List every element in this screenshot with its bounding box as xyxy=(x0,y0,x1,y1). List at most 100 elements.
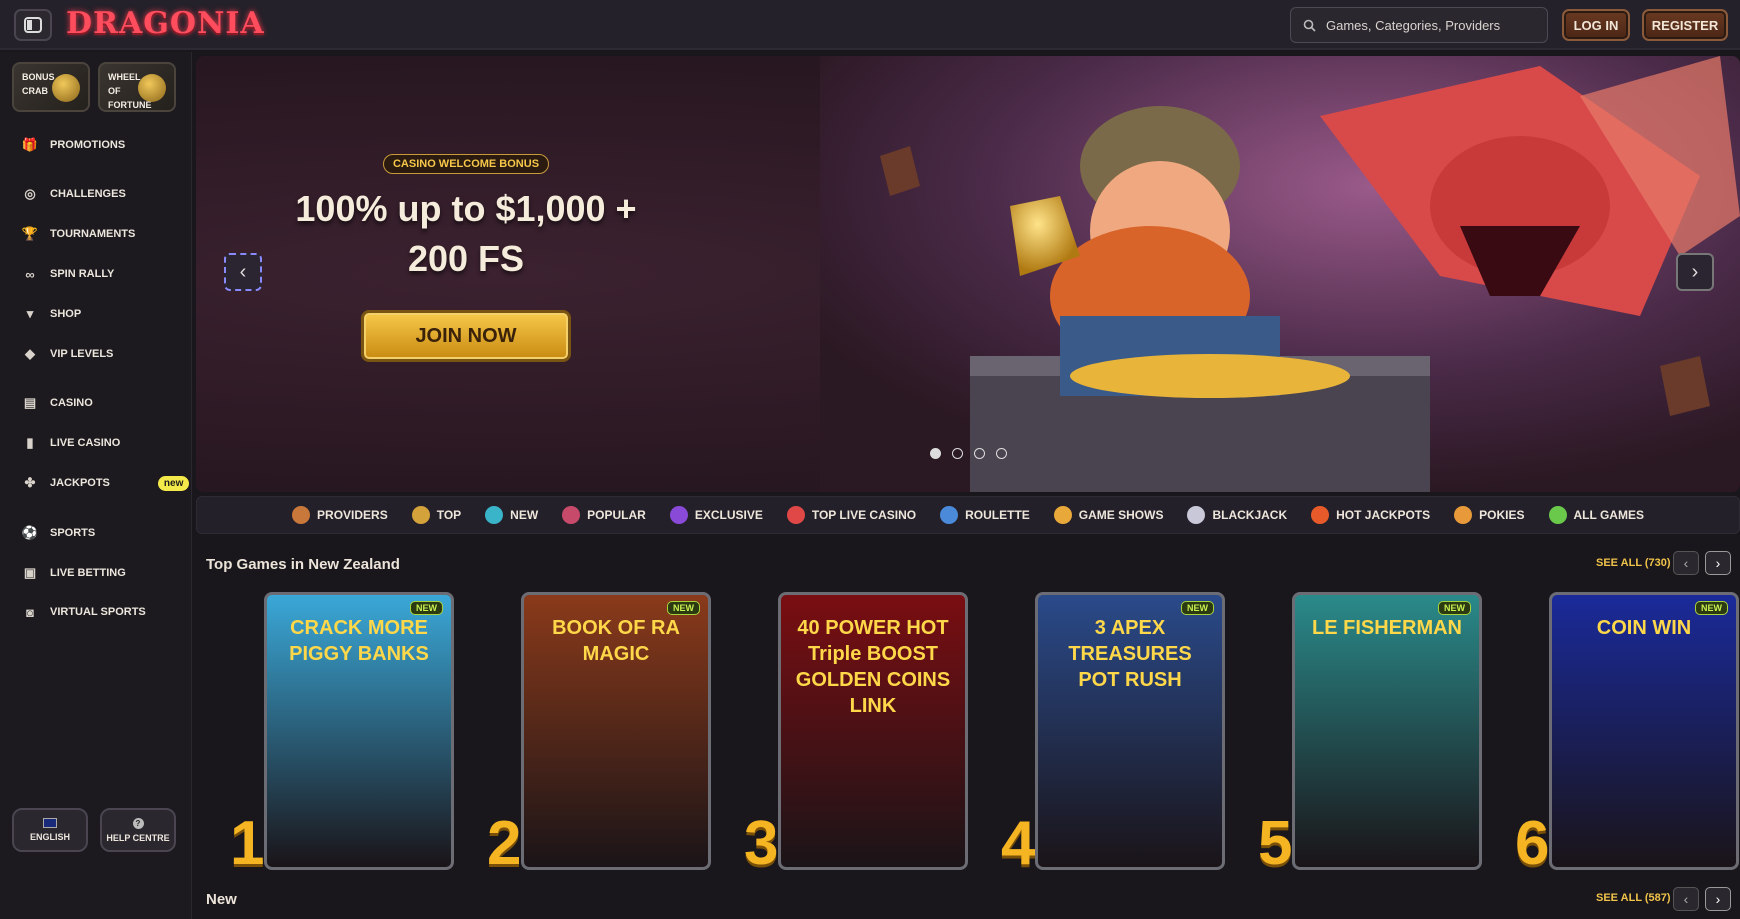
category-game-shows[interactable]: GAME SHOWS xyxy=(1042,496,1176,534)
sidebar-item-sports[interactable]: ⚽ SPORTS xyxy=(0,518,192,548)
category-new[interactable]: NEW xyxy=(473,496,550,534)
sidebar-item-casino[interactable]: ▤ CASINO xyxy=(0,388,192,418)
category-label: HOT JACKPOTS xyxy=(1336,508,1431,522)
category-icon xyxy=(1187,506,1206,524)
target-icon: ◎ xyxy=(24,186,36,201)
game-card[interactable]: 3 APEX TREASURES POT RUSH NEW xyxy=(1035,592,1225,870)
trophy-icon: 🏆 xyxy=(21,226,39,241)
category-icon xyxy=(292,506,311,524)
sidebar-toggle-button[interactable] xyxy=(14,9,52,41)
diamond-icon: ◆ xyxy=(25,346,35,361)
category-icon xyxy=(669,506,688,524)
join-now-button[interactable]: JOIN NOW xyxy=(361,310,571,362)
sidebar-item-challenges[interactable]: ◎ CHALLENGES xyxy=(0,179,192,209)
search-icon xyxy=(1303,19,1316,32)
rank-number: 5 xyxy=(1258,809,1293,878)
category-label: GAME SHOWS xyxy=(1078,508,1164,522)
sidebar-item-label: LIVE BETTING xyxy=(50,567,126,579)
category-blackjack[interactable]: BLACKJACK xyxy=(1175,496,1299,534)
category-label: POKIES xyxy=(1479,508,1525,522)
top-bar: DRAGONIA LOG IN REGISTER xyxy=(0,0,1740,50)
see-all-top-games-link[interactable]: SEE ALL (730) xyxy=(1596,557,1671,569)
sidebar-item-spin-rally[interactable]: ∞ SPIN RALLY xyxy=(0,259,192,289)
game-card[interactable]: COIN WIN NEW xyxy=(1549,592,1739,870)
category-bar: PROVIDERS TOP NEW POPULAR EXCLUSIVE TOP LIVE … xyxy=(196,496,1740,534)
sidebar-item-label: SHOP xyxy=(50,308,82,320)
new-next-button[interactable]: › xyxy=(1705,887,1731,911)
hero-next-button[interactable]: › xyxy=(1676,253,1714,291)
slide-dot[interactable] xyxy=(996,448,1007,459)
sidebar: BONUS CRAB WHEEL OF FORTUNE 🎁 PROMOTIONS … xyxy=(0,52,192,919)
search-input[interactable] xyxy=(1326,17,1536,33)
new-prev-button[interactable]: ‹ xyxy=(1673,887,1699,911)
sidebar-item-label: VIP LEVELS xyxy=(50,348,114,360)
game-card[interactable]: LE FISHERMAN NEW xyxy=(1292,592,1482,870)
wheel-of-fortune-tile[interactable]: WHEEL OF FORTUNE xyxy=(98,62,176,112)
language-button[interactable]: ENGLISH xyxy=(12,808,88,852)
rank-number: 3 xyxy=(744,809,779,878)
game-card[interactable]: 40 POWER HOT Triple BOOST GOLDEN COINS L… xyxy=(778,592,968,870)
category-providers[interactable]: PROVIDERS xyxy=(280,496,400,534)
new-badge: new xyxy=(157,475,190,491)
game-title: COIN WIN xyxy=(1596,617,1692,639)
sidebar-item-live-betting[interactable]: ▣ LIVE BETTING xyxy=(0,558,192,588)
sidebar-item-jackpots[interactable]: ✤ JACKPOTS new xyxy=(0,468,192,498)
chevron-right-icon: › xyxy=(1691,260,1699,283)
category-top[interactable]: TOP xyxy=(400,496,473,534)
category-icon xyxy=(562,506,581,524)
sidebar-icon xyxy=(24,17,42,33)
sidebar-item-label: VIRTUAL SPORTS xyxy=(50,606,146,618)
category-hot-jackpots[interactable]: HOT JACKPOTS xyxy=(1299,496,1442,534)
ball-icon: ⚽ xyxy=(21,525,39,540)
category-icon xyxy=(485,506,504,524)
category-label: EXCLUSIVE xyxy=(694,508,763,522)
category-label: PROVIDERS xyxy=(317,508,388,522)
see-all-new-link[interactable]: SEE ALL (587) xyxy=(1596,892,1671,904)
category-label: POPULAR xyxy=(587,508,646,522)
bonus-crab-tile[interactable]: BONUS CRAB xyxy=(12,62,90,112)
category-label: ROULETTE xyxy=(965,508,1030,522)
sidebar-item-vip-levels[interactable]: ◆ VIP LEVELS xyxy=(0,339,192,369)
clover-icon: ✤ xyxy=(24,475,36,490)
category-top-live-casino[interactable]: TOP LIVE CASINO xyxy=(775,496,928,534)
sidebar-item-live-casino[interactable]: ▮ LIVE CASINO xyxy=(0,428,192,458)
help-centre-button[interactable]: ? HELP CENTRE xyxy=(100,808,176,852)
category-icon xyxy=(786,506,805,524)
category-label: BLACKJACK xyxy=(1212,508,1288,522)
search-box[interactable] xyxy=(1290,7,1548,43)
register-button[interactable]: REGISTER xyxy=(1642,9,1728,41)
new-badge: NEW xyxy=(410,601,443,615)
sidebar-item-label: CHALLENGES xyxy=(50,188,126,200)
chevron-right-icon: › xyxy=(1715,555,1721,571)
category-exclusive[interactable]: EXCLUSIVE xyxy=(658,496,775,534)
coin-icon xyxy=(52,74,80,102)
sidebar-item-virtual-sports[interactable]: ◙ VIRTUAL SPORTS xyxy=(0,597,192,627)
basket-icon: ▾ xyxy=(26,306,34,321)
dragonia-logo[interactable]: DRAGONIA xyxy=(66,6,265,41)
login-button[interactable]: LOG IN xyxy=(1562,9,1630,41)
top-games-next-button[interactable]: › xyxy=(1705,551,1731,575)
hero-prev-button[interactable]: ‹ xyxy=(224,253,262,291)
game-card[interactable]: BOOK OF RA MAGIC NEW xyxy=(521,592,711,870)
top-games-prev-button[interactable]: ‹ xyxy=(1673,551,1699,575)
slide-dot[interactable] xyxy=(930,448,941,459)
category-icon xyxy=(1548,506,1567,524)
headline-line-1: 100% up to $1,000 + xyxy=(295,188,637,229)
category-pokies[interactable]: POKIES xyxy=(1442,496,1536,534)
category-roulette[interactable]: ROULETTE xyxy=(928,496,1042,534)
sidebar-item-promotions[interactable]: 🎁 PROMOTIONS xyxy=(0,130,192,160)
sidebar-item-shop[interactable]: ▾ SHOP xyxy=(0,299,192,329)
sidebar-item-label: TOURNAMENTS xyxy=(50,228,136,240)
category-icon xyxy=(940,506,959,524)
slide-dot[interactable] xyxy=(952,448,963,459)
game-card[interactable]: CRACK MORE PIGGY BANKS NEW xyxy=(264,592,454,870)
category-icon xyxy=(1311,506,1330,524)
sidebar-item-tournaments[interactable]: 🏆 TOURNAMENTS xyxy=(0,219,192,249)
category-all-games[interactable]: ALL GAMES xyxy=(1537,496,1656,534)
slide-dot[interactable] xyxy=(974,448,985,459)
hero-pagination xyxy=(930,448,1007,459)
new-badge: NEW xyxy=(667,601,700,615)
category-popular[interactable]: POPULAR xyxy=(550,496,658,534)
slot-icon: ▤ xyxy=(23,395,37,410)
hero-banner[interactable]: CASINO WELCOME BONUS 100% up to $1,000 +… xyxy=(196,56,1740,492)
